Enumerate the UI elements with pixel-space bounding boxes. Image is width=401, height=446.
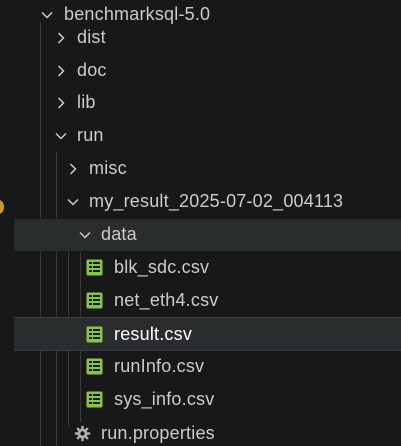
chevron-right-icon xyxy=(54,96,68,110)
tree-file-net-eth4[interactable]: net_eth4.csv xyxy=(0,285,401,317)
tree-file-sys-info[interactable]: sys_info.csv xyxy=(0,384,401,416)
folder-label: data xyxy=(101,224,137,244)
gear-icon xyxy=(74,425,91,442)
tree-file-runinfo[interactable]: runInfo.csv xyxy=(0,351,401,383)
folder-label: run xyxy=(77,125,104,145)
chevron-down-icon xyxy=(54,129,68,143)
tree-folder-lib[interactable]: lib xyxy=(0,87,401,119)
tree-folder-dist[interactable]: dist xyxy=(0,22,401,54)
tree-file-blk-sdc[interactable]: blk_sdc.csv xyxy=(0,252,401,284)
tree-folder-my-result[interactable]: my_result_2025-07-02_004113 xyxy=(0,186,401,218)
csv-file-icon xyxy=(86,326,103,343)
csv-file-icon xyxy=(86,391,103,408)
tree-file-result[interactable]: result.csv xyxy=(14,317,401,351)
tree-folder-misc[interactable]: misc xyxy=(0,153,401,185)
file-label: runInfo.csv xyxy=(114,356,205,376)
folder-label: doc xyxy=(77,60,107,80)
tree-folder-data[interactable]: data xyxy=(14,219,401,251)
folder-label: dist xyxy=(77,27,106,47)
file-explorer-tree: benchmarksql-5.0 dist doc lib run misc m… xyxy=(0,0,401,446)
tree-folder-run[interactable]: run xyxy=(0,120,401,152)
folder-label: lib xyxy=(77,92,96,112)
csv-file-icon xyxy=(86,292,103,309)
file-label: result.csv xyxy=(114,324,193,344)
file-label: blk_sdc.csv xyxy=(114,257,210,277)
folder-label: misc xyxy=(89,158,127,178)
file-label: run.properties xyxy=(101,423,215,443)
tree-folder-doc[interactable]: doc xyxy=(0,55,401,87)
chevron-right-icon xyxy=(54,31,68,45)
folder-label: my_result_2025-07-02_004113 xyxy=(89,191,344,211)
csv-file-icon xyxy=(86,259,103,276)
file-label: sys_info.csv xyxy=(114,389,215,409)
chevron-down-icon xyxy=(78,228,92,242)
chevron-right-icon xyxy=(54,64,68,78)
file-label: net_eth4.csv xyxy=(114,290,219,310)
csv-file-icon xyxy=(86,358,103,375)
chevron-down-icon xyxy=(66,195,80,209)
chevron-down-icon xyxy=(40,8,54,22)
tree-file-run-properties[interactable]: run.properties xyxy=(0,418,401,446)
chevron-right-icon xyxy=(66,162,80,176)
folder-label: benchmarksql-5.0 xyxy=(64,4,211,24)
